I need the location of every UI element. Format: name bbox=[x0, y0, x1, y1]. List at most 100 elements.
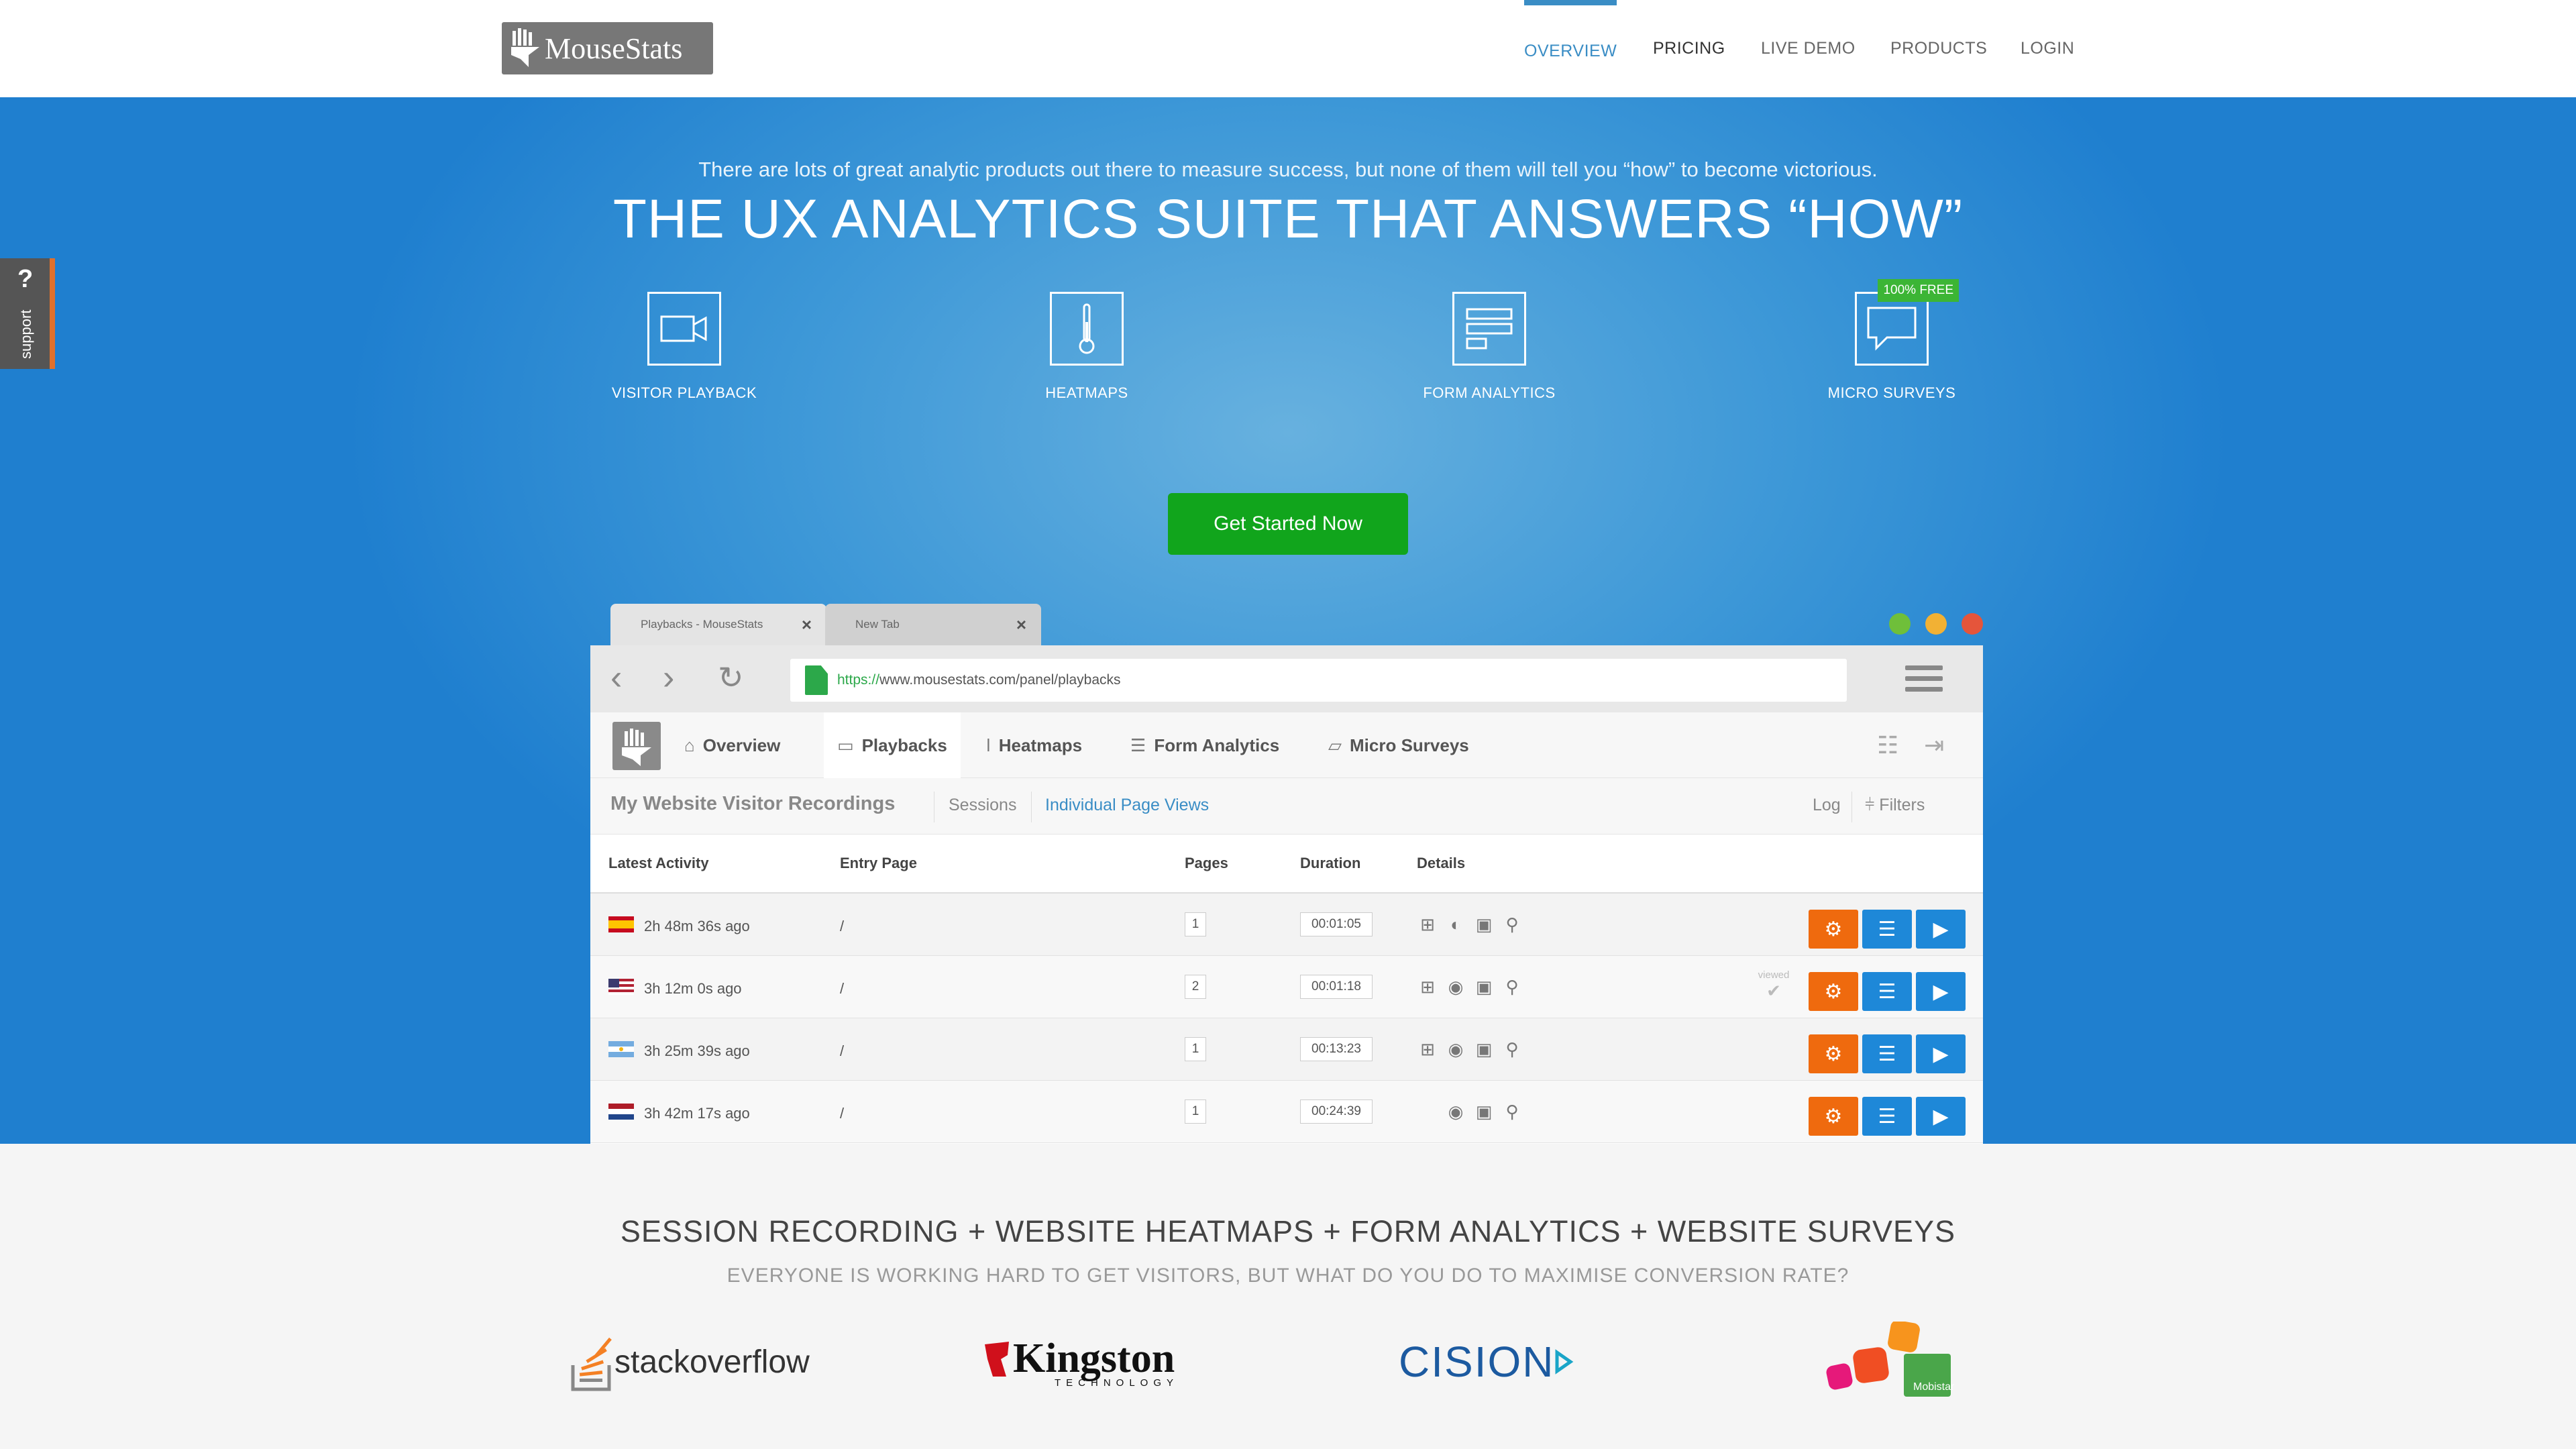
minimize-dot[interactable] bbox=[1925, 613, 1947, 635]
pages-count: 1 bbox=[1185, 1037, 1206, 1061]
mobistar-logo: Mobistar bbox=[1825, 1322, 1959, 1399]
desktop-icon: ▣ bbox=[1475, 1038, 1493, 1059]
mousestats-logo[interactable]: MouseStats bbox=[502, 22, 713, 74]
activity-time: 3h 42m 17s ago bbox=[644, 1105, 750, 1122]
entry-page[interactable]: / bbox=[840, 1042, 844, 1060]
row-actions: ⚙ ☰ ▶ bbox=[1809, 1097, 1966, 1136]
entry-page[interactable]: / bbox=[840, 918, 844, 935]
back-icon[interactable]: ‹ bbox=[610, 660, 622, 695]
individual-page-views-link[interactable]: Individual Page Views bbox=[1045, 796, 1209, 815]
windows-icon: ⊞ bbox=[1420, 976, 1435, 997]
play-button[interactable]: ▶ bbox=[1916, 1034, 1966, 1073]
column-header[interactable]: Latest Activity bbox=[608, 855, 709, 872]
apple-icon bbox=[1417, 1101, 1438, 1122]
column-header[interactable]: Entry Page bbox=[840, 855, 917, 872]
chrome-icon: ◉ bbox=[1448, 976, 1464, 997]
reload-icon[interactable]: ↻ bbox=[718, 660, 744, 695]
table-row[interactable]: 2h 48m 36s ago / 1 00:01:05 ⊞ ◐ ▣ ⚲ ⚙ ☰ … bbox=[590, 894, 1983, 956]
support-tab[interactable]: ? support bbox=[0, 258, 55, 369]
browser-tab-playbacks[interactable]: Playbacks - MouseStats × bbox=[610, 604, 826, 645]
settings-button[interactable]: ⚙ bbox=[1809, 972, 1858, 1011]
thermometer-icon bbox=[1050, 292, 1124, 366]
table-row[interactable]: 3h 42m 17s ago / 1 00:24:39 ◉ ▣ ⚲ ⚙ ☰ ▶ bbox=[590, 1081, 1983, 1143]
close-icon[interactable]: × bbox=[1016, 614, 1026, 635]
recordings-title: My Website Visitor Recordings bbox=[610, 793, 896, 814]
details-icons: ⊞ ◉ ▣ ⚲ bbox=[1417, 976, 1523, 998]
details-icons: ⊞ ◐ ▣ ⚲ bbox=[1417, 914, 1523, 935]
play-button[interactable]: ▶ bbox=[1916, 972, 1966, 1011]
app-tab-overview[interactable]: ⌂ Overview bbox=[684, 712, 780, 778]
viewed-marker: viewed ✔ bbox=[1758, 969, 1790, 1001]
column-header[interactable]: Pages bbox=[1185, 855, 1228, 872]
form-icon: ☰ bbox=[1130, 735, 1146, 755]
browser-tab-new[interactable]: New Tab × bbox=[825, 604, 1041, 645]
maximize-dot[interactable] bbox=[1889, 613, 1911, 635]
details-button[interactable]: ☰ bbox=[1862, 1097, 1912, 1136]
column-header[interactable]: Duration bbox=[1300, 855, 1360, 872]
video-camera-icon bbox=[647, 292, 721, 366]
settings-button[interactable]: ⚙ bbox=[1809, 1097, 1858, 1136]
list-icon[interactable]: ☷ bbox=[1877, 731, 1898, 759]
entry-page[interactable]: / bbox=[840, 1105, 844, 1122]
section-subtitle: EVERYONE IS WORKING HARD TO GET VISITORS… bbox=[727, 1265, 1849, 1287]
feature-micro-surveys[interactable]: 100% FREE MICRO SURVEYS bbox=[1791, 279, 1992, 402]
app-tab-playbacks[interactable]: ▭ Playbacks bbox=[824, 712, 961, 778]
close-dot[interactable] bbox=[1962, 613, 1983, 635]
table-header: Latest Activity Entry Page Pages Duratio… bbox=[590, 835, 1983, 894]
activity-time: 3h 25m 39s ago bbox=[644, 1042, 750, 1059]
chrome-icon: ◉ bbox=[1448, 1101, 1464, 1122]
nav-overview[interactable]: OVERVIEW bbox=[1524, 0, 1617, 97]
tab-label: New Tab bbox=[855, 618, 900, 631]
play-icon: ▶ bbox=[1933, 1042, 1949, 1065]
address-bar[interactable]: https://www.mousestats.com/panel/playbac… bbox=[790, 659, 1847, 702]
details-button[interactable]: ☰ bbox=[1862, 972, 1912, 1011]
feature-heatmaps[interactable]: HEATMAPS bbox=[986, 292, 1187, 402]
play-button[interactable]: ▶ bbox=[1916, 1097, 1966, 1136]
section-title: SESSION RECORDING + WEBSITE HEATMAPS + F… bbox=[620, 1214, 1956, 1248]
recordings-subbar: My Website Visitor Recordings Sessions I… bbox=[590, 778, 1983, 835]
features-summary-section: SESSION RECORDING + WEBSITE HEATMAPS + F… bbox=[0, 1144, 2576, 1449]
app-tab-form-analytics[interactable]: ☰ Form Analytics bbox=[1130, 712, 1279, 778]
nav-pricing[interactable]: PRICING bbox=[1653, 0, 1725, 97]
feature-form-analytics[interactable]: FORM ANALYTICS bbox=[1389, 292, 1590, 402]
pages-count: 2 bbox=[1185, 975, 1206, 999]
settings-button[interactable]: ⚙ bbox=[1809, 910, 1858, 949]
app-tab-heatmaps[interactable]: ǀ Heatmaps bbox=[986, 712, 1082, 778]
hero-headline: THE UX ANALYTICS SUITE THAT ANSWERS “HOW… bbox=[612, 189, 1964, 250]
table-row[interactable]: 3h 12m 0s ago / 2 00:01:18 ⊞ ◉ ▣ ⚲ viewe… bbox=[590, 956, 1983, 1018]
nav-products[interactable]: PRODUCTS bbox=[1890, 0, 1987, 97]
settings-button[interactable]: ⚙ bbox=[1809, 1034, 1858, 1073]
details-button[interactable]: ☰ bbox=[1862, 910, 1912, 949]
feature-visitor-playback[interactable]: VISITOR PLAYBACK bbox=[584, 292, 785, 402]
nav-login[interactable]: LOGIN bbox=[2021, 0, 2074, 97]
windows-icon: ⊞ bbox=[1420, 914, 1435, 934]
filters-link[interactable]: ⫩ Filters bbox=[1865, 796, 1925, 815]
divider bbox=[1851, 792, 1852, 822]
logout-icon[interactable]: ⇥ bbox=[1924, 731, 1944, 759]
sessions-link[interactable]: Sessions bbox=[949, 796, 1016, 815]
play-button[interactable]: ▶ bbox=[1916, 910, 1966, 949]
usa-flag-icon bbox=[608, 979, 634, 995]
activity-time: 3h 12m 0s ago bbox=[644, 980, 742, 997]
details-button[interactable]: ☰ bbox=[1862, 1034, 1912, 1073]
desktop-icon: ▣ bbox=[1475, 976, 1493, 997]
location-pin-icon: ⚲ bbox=[1505, 914, 1519, 934]
play-icon: ▶ bbox=[1933, 918, 1949, 941]
forward-icon[interactable]: › bbox=[663, 660, 674, 695]
app-tab-micro-surveys[interactable]: ▱ Micro Surveys bbox=[1328, 712, 1469, 778]
app-logo[interactable] bbox=[612, 722, 661, 770]
log-link[interactable]: Log bbox=[1813, 796, 1841, 815]
duration: 00:01:05 bbox=[1300, 912, 1373, 936]
netherlands-flag-icon bbox=[608, 1104, 634, 1120]
close-icon[interactable]: × bbox=[802, 614, 812, 635]
entry-page[interactable]: / bbox=[840, 980, 844, 998]
logo-text: MouseStats bbox=[545, 32, 683, 65]
menu-icon[interactable] bbox=[1905, 665, 1943, 698]
kingston-logo: Kingston TECHNOLOGY bbox=[981, 1325, 1179, 1399]
cision-logo: CISION bbox=[1399, 1325, 1574, 1399]
nav-live-demo[interactable]: LIVE DEMO bbox=[1761, 0, 1856, 97]
duration: 00:01:18 bbox=[1300, 975, 1373, 999]
column-header[interactable]: Details bbox=[1417, 855, 1465, 872]
table-row[interactable]: 3h 25m 39s ago / 1 00:13:23 ⊞ ◉ ▣ ⚲ ⚙ ☰ … bbox=[590, 1018, 1983, 1081]
get-started-button[interactable]: Get Started Now bbox=[1168, 493, 1408, 555]
